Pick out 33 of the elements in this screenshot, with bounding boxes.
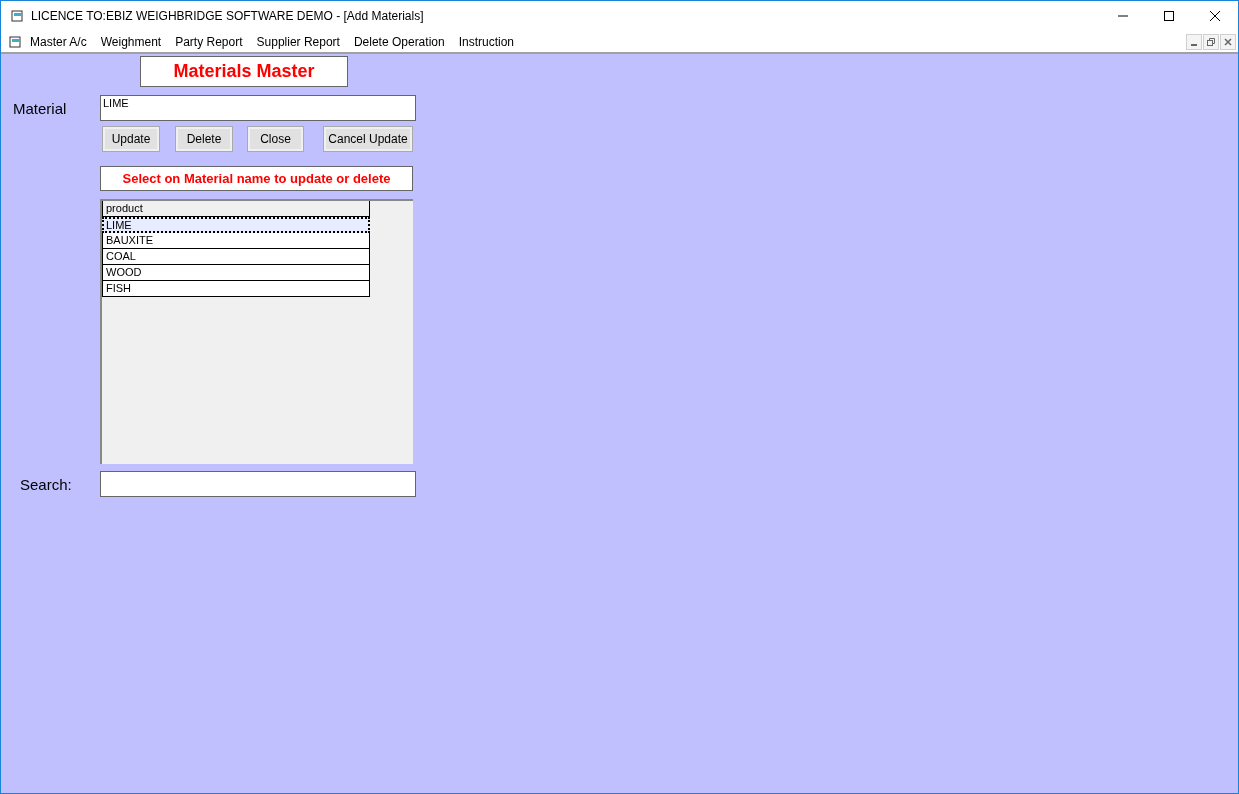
form-button[interactable]: Cancel Update <box>324 127 412 151</box>
table-row[interactable]: FISH <box>102 281 370 297</box>
close-icon <box>1210 11 1220 21</box>
restore-icon <box>1207 37 1215 46</box>
minimize-icon <box>1191 43 1197 46</box>
menu-item[interactable]: Supplier Report <box>256 34 340 49</box>
restore-button[interactable] <box>1203 33 1219 50</box>
form-button[interactable]: Delete <box>176 127 232 151</box>
search-field[interactable] <box>100 471 416 497</box>
app-icon <box>11 9 25 23</box>
form-button[interactable]: Close <box>248 127 303 151</box>
material-field[interactable]: LIME <box>100 95 416 121</box>
table-row[interactable]: BAUXITE <box>102 233 370 249</box>
table-row[interactable]: COAL <box>102 249 370 265</box>
table-row[interactable]: LIME <box>102 217 370 233</box>
instruction-note: Select on Material name to update or delete <box>100 166 413 191</box>
document-icon <box>9 34 23 49</box>
window-title: LICENCE TO:EBIZ WEIGHBRIDGE SOFTWARE DEMO - [Add Materials] <box>31 9 425 23</box>
material-label: Material <box>12 99 68 117</box>
close-icon <box>1224 37 1232 46</box>
maximize-icon <box>1164 11 1174 21</box>
column-header: product <box>102 201 370 217</box>
close-button[interactable] <box>1220 33 1236 50</box>
minimize-button[interactable] <box>1186 33 1202 50</box>
menu-item[interactable]: Weighment <box>100 34 162 49</box>
menu-item[interactable]: Party Report <box>175 34 243 49</box>
menu-item[interactable]: Delete Operation <box>353 34 445 49</box>
form-button[interactable]: Update <box>103 127 159 151</box>
form-heading: Materials Master <box>140 56 348 87</box>
menu-item[interactable]: Master A/c <box>30 34 87 49</box>
search-label: Search: <box>19 475 73 493</box>
menu-item[interactable]: Instruction <box>458 34 514 49</box>
table-row[interactable]: WOOD <box>102 265 370 281</box>
